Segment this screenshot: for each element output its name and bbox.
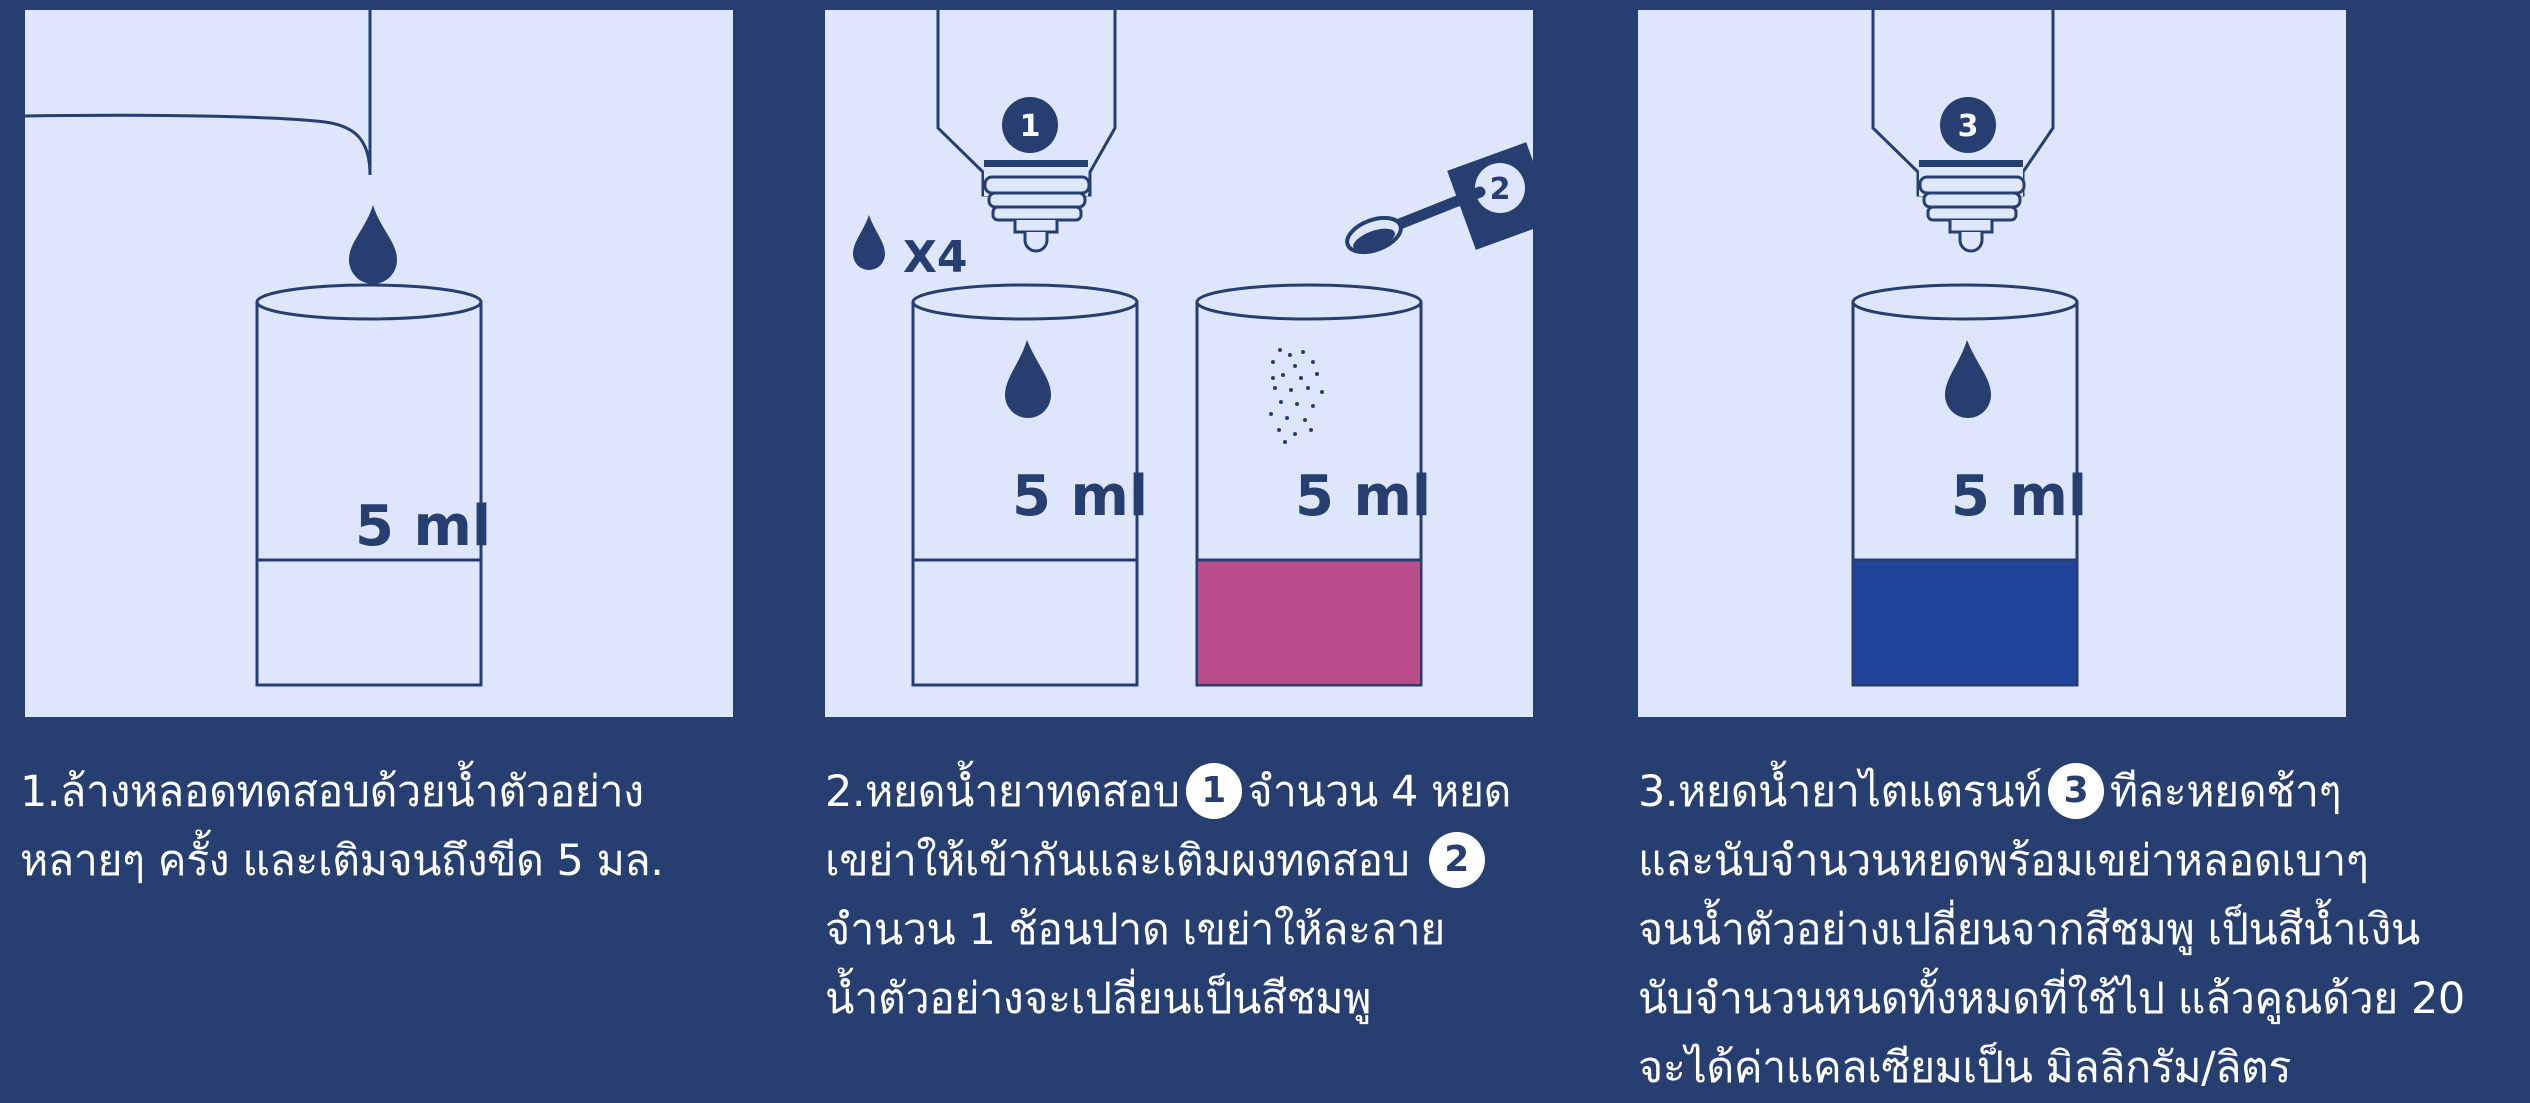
caption-line: 2.หยดน้ำยาทดสอบ 1 จำนวน 4 หยด [825, 758, 1625, 827]
step-1-panel: 5 ml [25, 10, 733, 717]
caption-line: จำนวน 1 ช้อนปาด เขย่าให้ละลาย [825, 905, 1445, 955]
step-2-caption: 2.หยดน้ำยาทดสอบ 1 จำนวน 4 หยด เขย่าให้เข้า… [825, 758, 1625, 1034]
step-1-illustration: 5 ml [25, 10, 491, 687]
caption-line: เขย่าให้เข้ากันและเติมผงทดสอบ 2 [825, 827, 1625, 896]
sample-tube-outline [25, 10, 372, 176]
powder-2-badge-number: 2 [1490, 172, 1511, 207]
reagent-3-badge: 3 [2047, 762, 2104, 819]
reagent-bottle-1: 1 [936, 10, 1117, 253]
step-3-caption: 3.หยดน้ำยาไตแตรนท์ 3 ทีละหยดช้าๆ และนับจำน… [1638, 758, 2518, 1103]
water-drop-icon [349, 205, 397, 284]
blue-liquid [1854, 560, 2076, 684]
caption-line: นับจำนวนหนดทั้งหมดที่ใช้ไป แล้วคูณด้วย 2… [1638, 974, 2465, 1024]
volume-label-right: 5 ml [1295, 464, 1431, 529]
step-2-panel: 1 2 X4 5 ml 5 ml [825, 10, 1533, 717]
caption-text: เขย่าให้เข้ากันและเติมผงทดสอบ [825, 836, 1410, 886]
titrant-bottle-3: 3 [1871, 10, 2055, 253]
caption-text: ทีละหยดช้าๆ [2109, 767, 2342, 817]
powder-2-badge: 2 [1428, 831, 1485, 888]
volume-label: 5 ml [355, 494, 491, 559]
caption-line: 1.ล้างหลอดทดสอบด้วยน้ำตัวอย่าง [20, 767, 644, 817]
drop-count-label: X4 [903, 232, 968, 283]
reagent-1-badge-number: 1 [1020, 109, 1041, 144]
caption-text: 2.หยดน้ำยาทดสอบ [825, 767, 1180, 817]
caption-line: และนับจำนวนหยดพร้อมเขย่าหลอดเบาๆ [1638, 836, 2369, 886]
pink-liquid [1198, 560, 1420, 684]
step-2-illustration: 1 2 X4 5 ml 5 ml [853, 10, 1533, 687]
volume-label: 5 ml [1951, 464, 2087, 529]
caption-line: 3.หยดน้ำยาไตแตรนท์ 3 ทีละหยดช้าๆ [1638, 758, 2518, 827]
caption-line: จะได้ค่าแคลเซียมเป็น มิลลิกรัม/ลิตร [1638, 1043, 2291, 1093]
test-tube [255, 283, 483, 687]
powder-spoon-packet: 2 [1345, 142, 1533, 255]
caption-line: หลายๆ ครั้ง และเติมจนถึงขีด 5 มล. [20, 836, 664, 886]
caption-text: จำนวน 4 หยด [1247, 767, 1512, 817]
volume-label-left: 5 ml [1012, 464, 1148, 529]
caption-line: น้ำตัวอย่างจะเปลี่ยนเป็นสีชมพู [825, 974, 1372, 1024]
reagent-3-badge-number: 3 [1958, 109, 1979, 144]
caption-line: จนน้ำตัวอย่างเปลี่ยนจากสีชมพู เป็นสีน้ำเ… [1638, 905, 2420, 955]
step-3-illustration: 3 5 ml [1851, 10, 2087, 687]
reagent-1-badge: 1 [1185, 762, 1242, 819]
step-3-panel: 3 5 ml [1638, 10, 2346, 717]
caption-text: 3.หยดน้ำยาไตแตรนท์ [1638, 767, 2042, 817]
drop-icon [853, 215, 885, 270]
step-1-caption: 1.ล้างหลอดทดสอบด้วยน้ำตัวอย่าง หลายๆ ครั… [20, 758, 780, 896]
